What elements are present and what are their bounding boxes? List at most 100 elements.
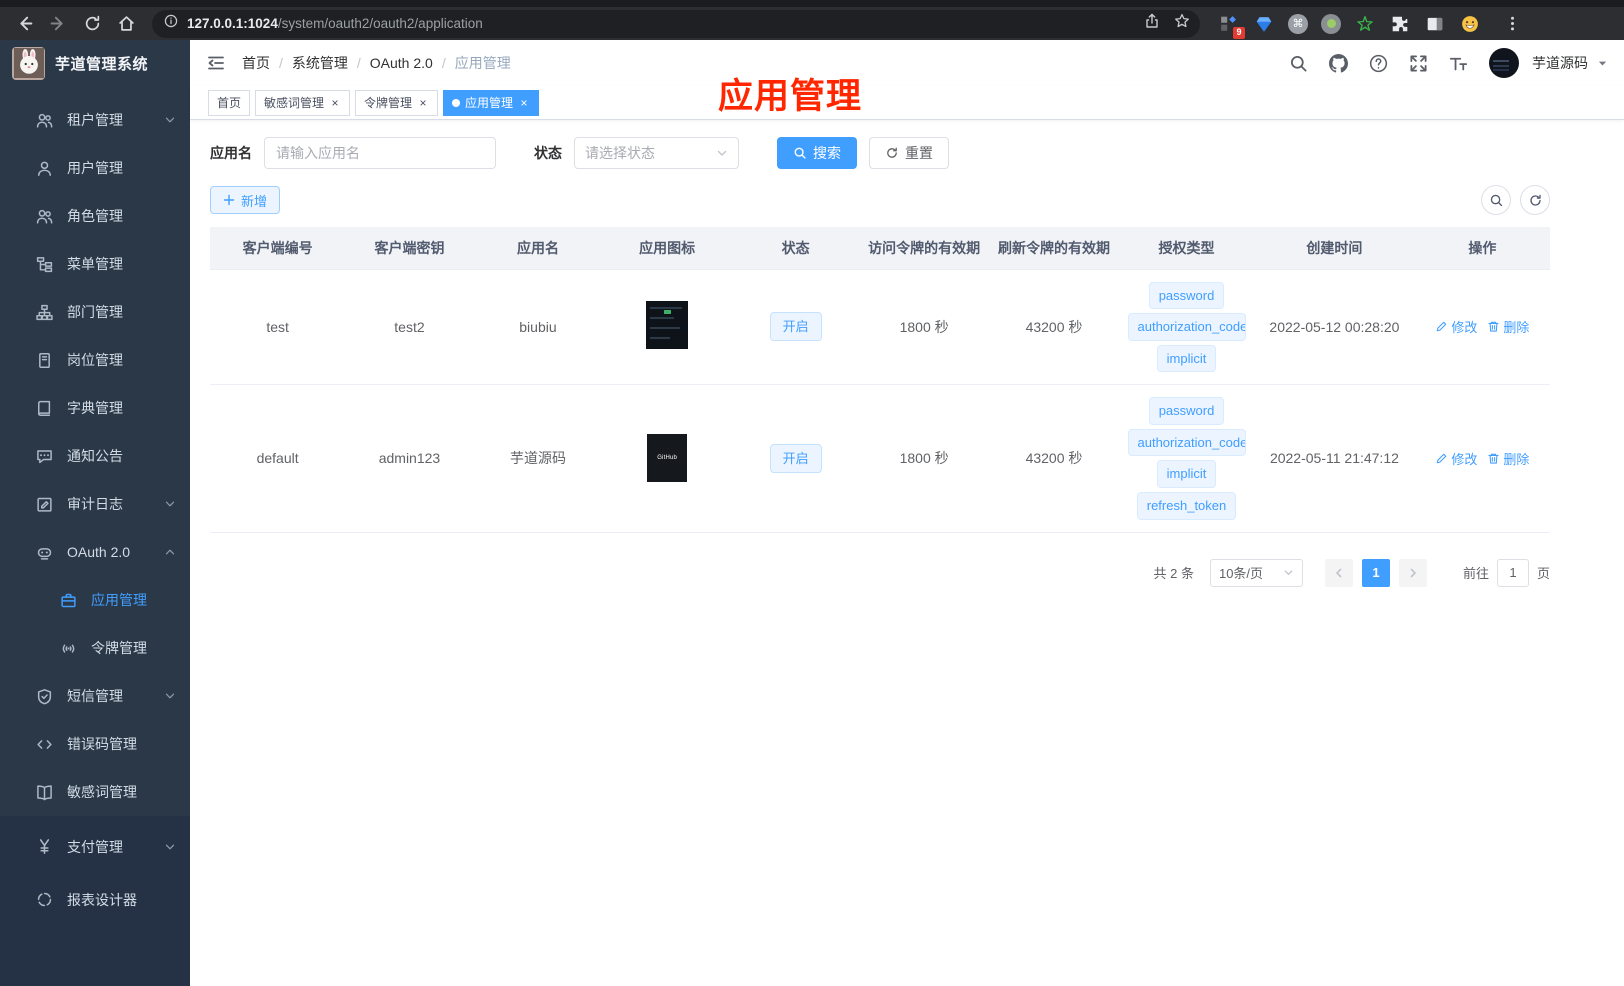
app-logo-row[interactable]: 芋道管理系统 bbox=[0, 40, 190, 86]
sidebar-item-sms[interactable]: 短信管理 bbox=[0, 672, 190, 720]
extension-command-icon[interactable]: ⌘ bbox=[1288, 13, 1308, 34]
app-name-input[interactable] bbox=[264, 137, 496, 169]
sidebar-item-label: 令牌管理 bbox=[91, 640, 147, 656]
tab-sensitive-word[interactable]: 敏感词管理 × bbox=[255, 89, 351, 116]
sidebar-item-menu[interactable]: 菜单管理 bbox=[0, 240, 190, 288]
grant-type-tag: password bbox=[1148, 397, 1225, 425]
sidebar-item-oauth2-token[interactable]: 令牌管理 bbox=[0, 624, 190, 672]
cell-grants: password authorization_code implicit bbox=[1118, 269, 1255, 386]
search-button-label: 搜索 bbox=[813, 145, 841, 161]
delete-button[interactable]: 删除 bbox=[1487, 449, 1529, 468]
org-icon bbox=[36, 304, 53, 321]
chevron-up-icon bbox=[164, 546, 176, 558]
search-button[interactable]: 搜索 bbox=[777, 137, 857, 169]
refresh-table-button[interactable] bbox=[1520, 185, 1550, 215]
browser-menu-icon[interactable] bbox=[1498, 10, 1526, 38]
extension-gem-icon[interactable] bbox=[1253, 13, 1275, 35]
tab-close-icon[interactable]: × bbox=[329, 97, 341, 109]
audit-icon bbox=[36, 496, 53, 513]
cell-secret: admin123 bbox=[345, 384, 474, 533]
page-suffix-label: 页 bbox=[1536, 566, 1550, 582]
username[interactable]: 芋道源码 bbox=[1532, 53, 1588, 73]
site-info-icon[interactable] bbox=[164, 14, 178, 33]
add-button[interactable]: 新增 bbox=[210, 186, 281, 214]
fullscreen-icon[interactable] bbox=[1409, 54, 1428, 73]
sidebar-item-role[interactable]: 角色管理 bbox=[0, 192, 190, 240]
address-bar[interactable]: 127.0.0.1:1024/system/oauth2/oauth2/appl… bbox=[152, 9, 1200, 38]
pagination: 共 2 条 10条/页 1 前往 页 bbox=[210, 558, 1550, 587]
sidebar-item-label: 通知公告 bbox=[67, 448, 123, 464]
github-icon[interactable] bbox=[1329, 53, 1348, 73]
header-search-icon[interactable] bbox=[1289, 54, 1308, 73]
extension-star-icon[interactable] bbox=[1354, 13, 1376, 35]
share-icon[interactable] bbox=[1144, 13, 1160, 34]
goto-label: 前往 bbox=[1462, 566, 1489, 582]
sidebar-item-errcode[interactable]: 错误码管理 bbox=[0, 720, 190, 768]
tab-close-icon[interactable]: × bbox=[518, 97, 530, 109]
yen-icon bbox=[36, 838, 53, 855]
user-menu-caret-icon[interactable] bbox=[1597, 58, 1608, 69]
sidebar-toggle-browser-icon[interactable] bbox=[1424, 13, 1446, 35]
chevron-down-icon bbox=[716, 147, 728, 159]
sidebar-item-sensitive-word[interactable]: 敏感词管理 bbox=[0, 768, 190, 816]
sidebar-item-notice[interactable]: 通知公告 bbox=[0, 432, 190, 480]
bookmark-star-icon[interactable] bbox=[1174, 13, 1190, 34]
tab-home[interactable]: 首页 bbox=[208, 89, 251, 116]
browser-back-button[interactable] bbox=[10, 10, 38, 38]
page-size-select[interactable]: 10条/页 bbox=[1209, 558, 1303, 587]
page-number-1[interactable]: 1 bbox=[1361, 558, 1390, 587]
message-icon bbox=[36, 448, 53, 465]
goto-page-input[interactable] bbox=[1496, 558, 1529, 587]
breadcrumb-item[interactable]: 首页 bbox=[242, 53, 270, 73]
tab-token[interactable]: 令牌管理 × bbox=[355, 89, 439, 116]
sidebar-item-dept[interactable]: 部门管理 bbox=[0, 288, 190, 336]
sidebar-item-pay[interactable]: 支付管理 bbox=[0, 820, 190, 873]
reset-button[interactable]: 重置 bbox=[869, 137, 949, 169]
tab-close-icon[interactable]: × bbox=[417, 97, 429, 109]
sidebar-item-oauth2-app[interactable]: 应用管理 bbox=[0, 576, 190, 624]
status-select[interactable]: 请选择状态 bbox=[574, 137, 739, 169]
extension-tag-manager-icon[interactable]: 9 bbox=[1218, 13, 1245, 39]
extension-recorder-icon[interactable] bbox=[1321, 13, 1341, 34]
sidebar-item-audit-log[interactable]: 审计日志 bbox=[0, 480, 190, 528]
sidebar-item-user[interactable]: 用户管理 bbox=[0, 144, 190, 192]
sidebar-item-oauth2[interactable]: OAuth 2.0 bbox=[0, 528, 190, 576]
browser-reload-button[interactable] bbox=[78, 10, 106, 38]
next-page-button[interactable] bbox=[1398, 558, 1427, 587]
browser-forward-button[interactable] bbox=[44, 10, 72, 38]
help-icon[interactable] bbox=[1369, 54, 1388, 73]
browser-home-button[interactable] bbox=[112, 10, 140, 38]
table-row: default admin123 芋道源码 GitHub 开启 1800 秒 43200 秒… bbox=[210, 384, 1550, 533]
breadcrumb-separator: / bbox=[279, 55, 283, 71]
cell-client-id: test bbox=[210, 269, 346, 386]
prev-page-button[interactable] bbox=[1324, 558, 1353, 587]
sidebar-item-dict[interactable]: 字典管理 bbox=[0, 384, 190, 432]
sidebar-menu-bottom: 支付管理 报表设计器 bbox=[0, 816, 190, 986]
extensions-puzzle-icon[interactable] bbox=[1389, 13, 1411, 35]
tab-app[interactable]: 应用管理 × bbox=[443, 89, 540, 116]
sidebar-item-report[interactable]: 报表设计器 bbox=[0, 873, 190, 926]
sidebar-item-label: 错误码管理 bbox=[67, 736, 137, 752]
profile-emoji-avatar[interactable] bbox=[1459, 13, 1481, 35]
briefcase-icon bbox=[60, 592, 77, 609]
edit-button[interactable]: 修改 bbox=[1435, 317, 1477, 336]
sidebar-item-label: 岗位管理 bbox=[67, 352, 123, 368]
sidebar-item-post[interactable]: 岗位管理 bbox=[0, 336, 190, 384]
column-header-status: 状态 bbox=[732, 227, 860, 270]
delete-button[interactable]: 删除 bbox=[1487, 317, 1529, 336]
breadcrumb-item[interactable]: OAuth 2.0 bbox=[370, 55, 433, 71]
browser-tab-strip bbox=[0, 0, 1624, 7]
add-button-label: 新增 bbox=[241, 193, 268, 209]
sidebar-item-label: 部门管理 bbox=[67, 304, 123, 320]
applications-table: 客户端编号 客户端密钥 应用名 应用图标 状态 访问令牌的有效期 刷新令牌的有效期 授权类型创… bbox=[210, 227, 1550, 533]
toggle-search-button[interactable] bbox=[1481, 185, 1511, 215]
edit-button[interactable]: 修改 bbox=[1435, 449, 1477, 468]
breadcrumb-item[interactable]: 系统管理 bbox=[292, 53, 348, 73]
cell-refresh-ttl: 43200 秒 bbox=[989, 269, 1119, 386]
column-header-client_id: 客户端编号 bbox=[210, 227, 346, 270]
font-size-icon[interactable] bbox=[1449, 54, 1468, 73]
user-avatar[interactable] bbox=[1489, 48, 1519, 78]
sidebar-collapse-icon[interactable] bbox=[206, 53, 226, 73]
status-tag: 开启 bbox=[769, 312, 822, 342]
sidebar-item-tenant[interactable]: 租户管理 bbox=[0, 96, 190, 144]
